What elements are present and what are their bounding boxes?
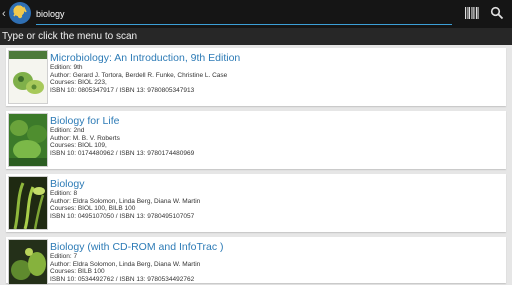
book-edition: Edition: 2nd xyxy=(50,127,85,134)
book-list-item[interactable]: Microbiology: An Introduction, 9th Editi… xyxy=(6,48,506,106)
book-author: Author: Eldra Solomon, Linda Berg, Diana… xyxy=(50,197,201,205)
book-cover-image xyxy=(8,50,48,104)
book-edition: Edition: 7 xyxy=(50,253,78,260)
book-title[interactable]: Biology (with CD-ROM and InfoTrac ) xyxy=(50,241,502,253)
book-edition: Edition: 8 xyxy=(50,190,78,197)
book-edition: Edition: 9th xyxy=(50,64,83,71)
book-isbn: ISBN 10: 0495107050 / ISBN 13: 978049510… xyxy=(50,212,195,220)
book-courses: Courses: BILB 100 xyxy=(50,268,105,275)
book-author: Author: Gerard J. Tortora, Berdell R. Fu… xyxy=(50,71,228,79)
book-courses: Courses: BIOL 100, BILB 100 xyxy=(50,205,136,212)
book-title[interactable]: Microbiology: An Introduction, 9th Editi… xyxy=(50,52,502,64)
book-cover-image xyxy=(8,176,48,230)
scan-instruction-text: Type or click the menu to scan xyxy=(2,31,138,42)
book-list-item[interactable]: Biology for Life Edition: 2nd Author: M.… xyxy=(6,111,506,169)
book-list-item[interactable]: Biology Edition: 8 Author: Eldra Solomon… xyxy=(6,174,506,232)
book-cover-image xyxy=(8,113,48,167)
book-list-item[interactable]: Biology (with CD-ROM and InfoTrac ) Edit… xyxy=(6,237,506,285)
book-author: Author: M. B. V. Roberts xyxy=(50,134,120,142)
book-isbn: ISBN 10: 0174480962 / ISBN 13: 978017448… xyxy=(50,149,195,157)
search-input[interactable] xyxy=(36,4,452,25)
book-isbn: ISBN 10: 0534492762 / ISBN 13: 978053449… xyxy=(50,275,195,283)
search-icon[interactable] xyxy=(490,6,504,20)
action-bar: ‹ xyxy=(0,0,512,28)
barcode-icon[interactable] xyxy=(464,6,480,20)
book-cover-image xyxy=(8,239,48,285)
scan-instruction-bar: Type or click the menu to scan xyxy=(0,28,512,45)
book-title[interactable]: Biology for Life xyxy=(50,115,502,127)
book-courses: Courses: BIOL 223, xyxy=(50,79,107,86)
book-isbn: ISBN 10: 0805347917 / ISBN 13: 978080534… xyxy=(50,86,195,94)
book-title[interactable]: Biology xyxy=(50,178,502,190)
book-author: Author: Eldra Solomon, Linda Berg, Diana… xyxy=(50,260,201,268)
scanner-app-logo[interactable] xyxy=(9,2,31,24)
book-courses: Courses: BIOL 109, xyxy=(50,142,107,149)
